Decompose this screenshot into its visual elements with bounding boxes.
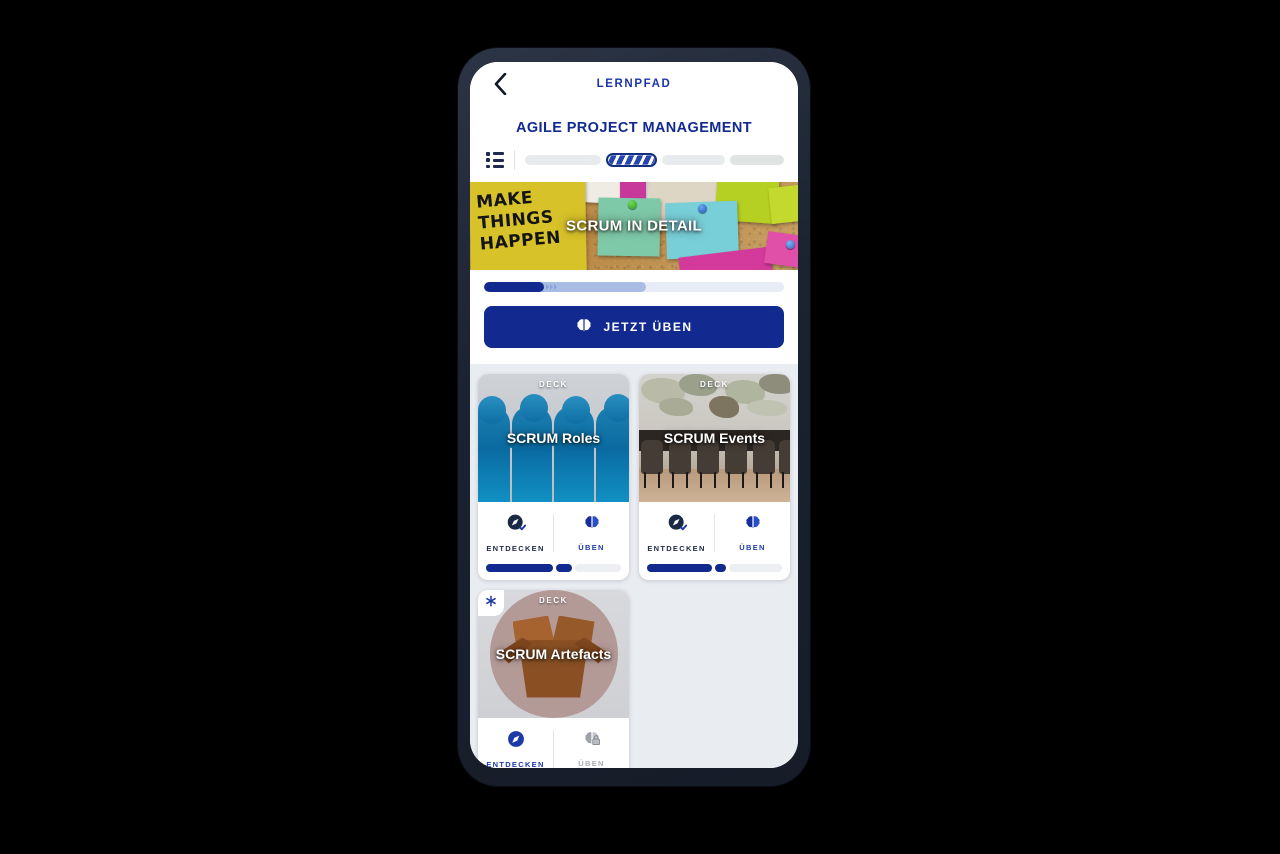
brain-icon bbox=[744, 514, 762, 537]
deck-action-discover-label: ENTDECKEN bbox=[647, 544, 706, 553]
deck-actions: ENTDECKEN ÜBEN bbox=[639, 502, 790, 564]
deck-list: DECK SCRUM Roles ENTDECKEN ÜBEN DECK SCR… bbox=[470, 364, 798, 768]
lesson-progress-fill bbox=[484, 282, 544, 292]
list-line bbox=[492, 158, 504, 162]
deck-progress bbox=[639, 564, 790, 580]
chapter-segments bbox=[525, 153, 785, 167]
new-deck-badge bbox=[478, 590, 504, 616]
app-header: LERNPFAD bbox=[470, 62, 798, 106]
list-line bbox=[492, 164, 504, 168]
deck-title: SCRUM Artefacts bbox=[495, 646, 612, 662]
phone-screen: LERNPFAD AGILE PROJECT MANAGEMENT MAKE T… bbox=[470, 62, 798, 768]
header-title: LERNPFAD bbox=[596, 78, 672, 90]
hero-title: SCRUM IN DETAIL bbox=[566, 217, 702, 235]
list-line bbox=[492, 152, 504, 156]
deck-actions: ENTDECKEN ÜBEN bbox=[478, 718, 629, 768]
deck-title: SCRUM Roles bbox=[506, 430, 601, 446]
deck-progress-segment bbox=[647, 564, 712, 572]
list-dot bbox=[486, 152, 490, 156]
chevron-left-icon bbox=[494, 73, 507, 95]
compass-icon bbox=[506, 729, 526, 754]
deck-image: DECK SCRUM Roles bbox=[478, 374, 629, 502]
deck-action-practice-label: ÜBEN bbox=[578, 759, 605, 768]
chapter-progress-row bbox=[470, 148, 798, 182]
deck-progress-segment bbox=[556, 564, 572, 572]
screen-background: LERNPFAD AGILE PROJECT MANAGEMENT MAKE T… bbox=[0, 0, 1280, 854]
deck-action-practice[interactable]: ÜBEN bbox=[715, 502, 790, 564]
course-title: AGILE PROJECT MANAGEMENT bbox=[470, 106, 798, 148]
deck-action-discover[interactable]: ENTDECKEN bbox=[639, 502, 714, 564]
deck-action-practice-label: ÜBEN bbox=[578, 543, 605, 552]
deck-card-scrum-artefacts[interactable]: DECK SCRUM Artefacts ENTDECKEN ÜBEN bbox=[478, 590, 629, 768]
asterisk-new-icon bbox=[484, 594, 498, 613]
deck-actions: ENTDECKEN ÜBEN bbox=[478, 502, 629, 564]
chapter-segment-2-active[interactable] bbox=[605, 153, 658, 167]
divider bbox=[514, 150, 515, 170]
deck-action-discover-label: ENTDECKEN bbox=[486, 544, 545, 553]
deck-grid: DECK SCRUM Roles ENTDECKEN ÜBEN DECK SCR… bbox=[478, 374, 790, 768]
deck-action-practice-label: ÜBEN bbox=[739, 543, 766, 552]
deck-badge-label: DECK bbox=[538, 380, 569, 389]
list-dot bbox=[486, 158, 490, 162]
deck-action-discover[interactable]: ENTDECKEN bbox=[478, 502, 553, 564]
deck-progress-remainder bbox=[729, 564, 782, 572]
deck-action-practice[interactable]: ÜBEN bbox=[554, 502, 629, 564]
deck-progress bbox=[478, 564, 629, 580]
deck-card-scrum-events[interactable]: DECK SCRUM Events ENTDECKEN ÜBEN bbox=[639, 374, 790, 580]
deck-action-discover[interactable]: ENTDECKEN bbox=[478, 718, 553, 768]
deck-progress-segment bbox=[714, 564, 727, 572]
brain-lock-icon bbox=[583, 730, 601, 753]
deck-card-scrum-roles[interactable]: DECK SCRUM Roles ENTDECKEN ÜBEN bbox=[478, 374, 629, 580]
back-button[interactable] bbox=[488, 71, 512, 97]
deck-action-discover-label: ENTDECKEN bbox=[486, 760, 545, 768]
chapter-segment-4[interactable] bbox=[730, 155, 785, 165]
lesson-hero-banner[interactable]: MAKE THINGS HAPPEN SCRUM IN DETAIL bbox=[470, 182, 798, 270]
deck-progress-remainder bbox=[574, 564, 621, 572]
compass-check-icon bbox=[506, 513, 526, 538]
deck-title: SCRUM Events bbox=[663, 430, 766, 446]
pushpin-green-icon bbox=[628, 200, 637, 209]
deck-progress-segment bbox=[486, 564, 554, 572]
phone-frame: LERNPFAD AGILE PROJECT MANAGEMENT MAKE T… bbox=[458, 48, 810, 786]
pushpin-blue-icon bbox=[698, 204, 707, 213]
brain-icon bbox=[583, 514, 601, 537]
lesson-block: JETZT ÜBEN bbox=[470, 270, 798, 364]
list-dot bbox=[486, 164, 490, 168]
brain-icon bbox=[575, 317, 593, 338]
progress-chevrons-icon bbox=[544, 284, 557, 290]
deck-badge-label: DECK bbox=[699, 380, 730, 389]
list-icon[interactable] bbox=[486, 152, 504, 168]
sticky-note-pink-2 bbox=[763, 231, 798, 269]
deck-action-practice-locked: ÜBEN bbox=[554, 718, 629, 768]
chapter-segment-1[interactable] bbox=[525, 155, 601, 165]
deck-image: DECK SCRUM Events bbox=[639, 374, 790, 502]
lesson-progress-bar bbox=[484, 282, 784, 292]
compass-check-icon bbox=[667, 513, 687, 538]
practice-now-label: JETZT ÜBEN bbox=[603, 320, 693, 334]
pushpin-blue-2-icon bbox=[786, 240, 795, 249]
chapter-segment-3[interactable] bbox=[662, 155, 726, 165]
practice-now-button[interactable]: JETZT ÜBEN bbox=[484, 306, 784, 348]
